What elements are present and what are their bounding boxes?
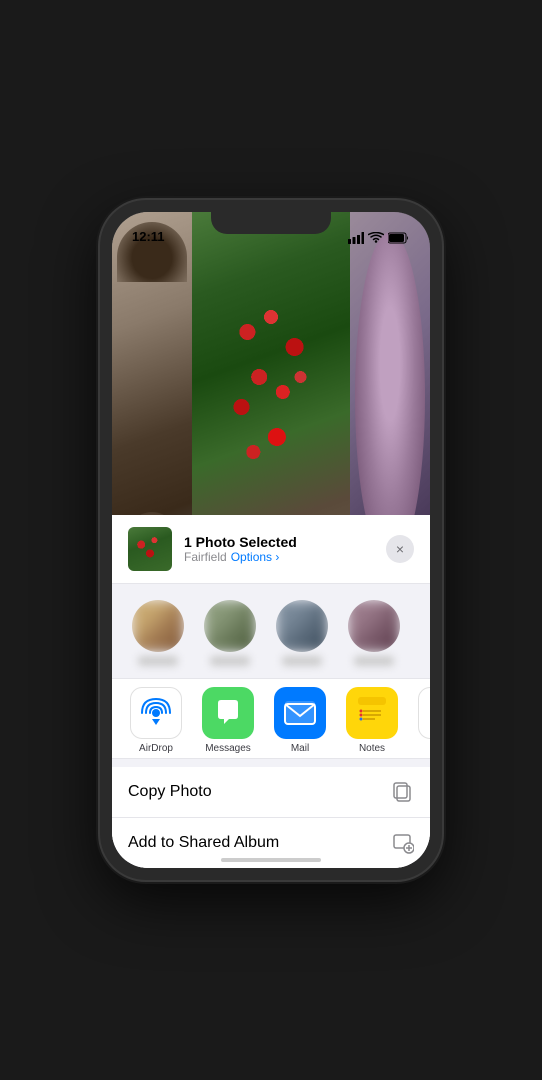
mail-label: Mail bbox=[291, 743, 309, 754]
messages-icon bbox=[213, 698, 243, 728]
contact-item[interactable] bbox=[272, 600, 332, 666]
cherries bbox=[212, 242, 330, 542]
messages-label: Messages bbox=[205, 743, 251, 754]
app-item-airdrop[interactable]: AirDrop bbox=[128, 687, 184, 754]
contact-avatar bbox=[348, 600, 400, 652]
contact-name bbox=[210, 656, 250, 666]
notes-icon-container bbox=[346, 687, 398, 739]
contact-name bbox=[354, 656, 394, 666]
reminders-icon bbox=[428, 697, 430, 729]
status-icons bbox=[348, 232, 410, 246]
app-item-mail[interactable]: Mail bbox=[272, 687, 328, 754]
apps-row: AirDrop Messages bbox=[112, 678, 430, 759]
reminders-icon-container bbox=[418, 687, 430, 739]
signal-icon bbox=[348, 232, 364, 244]
contact-item[interactable] bbox=[200, 600, 260, 666]
home-indicator bbox=[221, 858, 321, 862]
notes-icon bbox=[355, 696, 389, 730]
add-shared-album-icon bbox=[392, 832, 414, 854]
contact-item[interactable] bbox=[128, 600, 188, 666]
add-shared-album-label: Add to Shared Album bbox=[128, 834, 279, 852]
contact-name bbox=[138, 656, 178, 666]
share-title: 1 Photo Selected bbox=[184, 534, 374, 550]
notes-label: Notes bbox=[359, 743, 385, 754]
copy-photo-row[interactable]: Copy Photo bbox=[112, 767, 430, 818]
share-sub: Fairfield Options › bbox=[184, 550, 374, 564]
app-item-reminders[interactable]: Re... bbox=[416, 687, 430, 754]
bottom-sheet: 1 Photo Selected Fairfield Options › × bbox=[112, 515, 430, 868]
app-item-messages[interactable]: Messages bbox=[200, 687, 256, 754]
contact-avatar bbox=[204, 600, 256, 652]
copy-photo-label: Copy Photo bbox=[128, 783, 212, 801]
airdrop-icon-container bbox=[130, 687, 182, 739]
phone-frame: 12:11 bbox=[100, 200, 442, 880]
phone-screen: 12:11 bbox=[112, 212, 430, 868]
contact-avatar bbox=[276, 600, 328, 652]
share-info: 1 Photo Selected Fairfield Options › bbox=[184, 534, 374, 564]
contact-avatar bbox=[132, 600, 184, 652]
action-rows: Copy Photo Add to Shared Album bbox=[112, 767, 430, 868]
airdrop-label: AirDrop bbox=[139, 743, 173, 754]
share-thumbnail bbox=[128, 527, 172, 571]
share-options-link[interactable]: Options › bbox=[231, 550, 280, 564]
share-close-button[interactable]: × bbox=[386, 535, 414, 563]
contact-item[interactable] bbox=[344, 600, 404, 666]
wifi-icon bbox=[368, 232, 384, 244]
notch bbox=[211, 212, 331, 234]
mail-icon bbox=[284, 700, 316, 726]
share-location: Fairfield bbox=[184, 550, 227, 564]
contacts-row[interactable] bbox=[112, 592, 430, 678]
copy-photo-icon bbox=[392, 781, 414, 803]
app-item-notes[interactable]: Notes bbox=[344, 687, 400, 754]
mail-icon-container bbox=[274, 687, 326, 739]
share-header: 1 Photo Selected Fairfield Options › × bbox=[112, 515, 430, 584]
messages-icon-container bbox=[202, 687, 254, 739]
airdrop-icon bbox=[138, 695, 174, 731]
battery-icon bbox=[388, 232, 410, 244]
contact-name bbox=[282, 656, 322, 666]
status-time: 12:11 bbox=[132, 229, 165, 246]
